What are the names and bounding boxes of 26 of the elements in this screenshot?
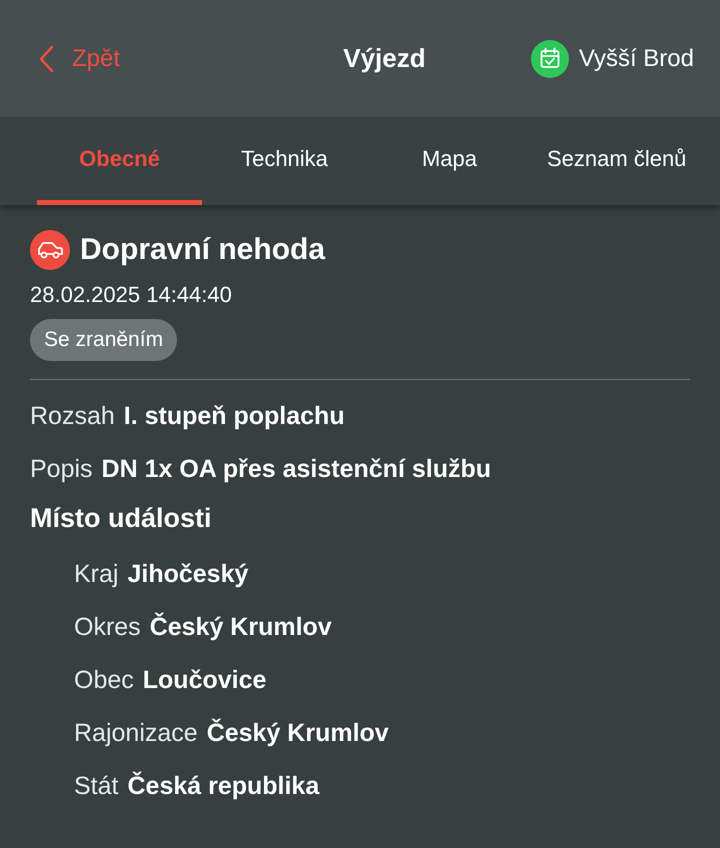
window-title: Výjezd <box>342 42 427 75</box>
event-title: Dopravní nehoda <box>80 232 326 268</box>
field-label: Rozsah <box>30 400 115 432</box>
section-heading: Místo události <box>30 502 212 534</box>
event-tag: Se zraněním <box>30 319 178 360</box>
event-datetime: 28.02.2025 14:44:40 <box>30 281 233 309</box>
field-label: Rajonizace <box>74 718 198 748</box>
field-value: Český Krumlov <box>206 718 389 748</box>
tab[interactable]: Technika <box>202 117 367 205</box>
field-label: Stát <box>74 770 118 802</box>
field-label: Popis <box>30 454 93 484</box>
field-label: Okres <box>74 612 141 642</box>
field-value: DN 1x OA přes asistenční službu <box>102 454 492 484</box>
field-label: Obec <box>74 664 134 696</box>
tab[interactable]: Seznam členů <box>532 117 702 205</box>
field-label: Kraj <box>74 558 118 590</box>
calendar-icon <box>530 40 569 78</box>
tab[interactable]: Mapa <box>367 117 532 205</box>
field-value: Jihočeský <box>127 558 248 590</box>
unit-name: Vyšší Brod <box>578 44 694 74</box>
chevron-left-icon <box>38 44 54 72</box>
field-value: Česká republika <box>127 770 320 802</box>
field-value: Český Krumlov <box>150 612 332 642</box>
field-value: I. stupeň poplachu <box>124 400 345 432</box>
car-icon <box>30 230 70 270</box>
field-value: Loučovice <box>142 664 266 696</box>
